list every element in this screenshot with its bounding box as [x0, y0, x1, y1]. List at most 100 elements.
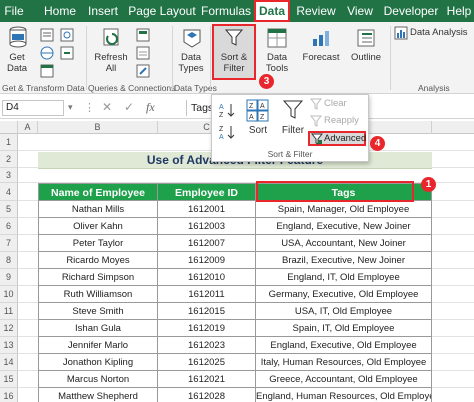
employee-id-cell[interactable]: 1612010: [158, 269, 256, 286]
clear-button[interactable]: Clear: [310, 98, 366, 111]
existing-connections-icon[interactable]: [60, 46, 74, 60]
outline-button[interactable]: Outline: [346, 24, 386, 80]
data-tools-button[interactable]: Data Tools: [258, 24, 296, 80]
tab-view[interactable]: View: [346, 0, 374, 22]
employee-id-cell[interactable]: 1612007: [158, 235, 256, 252]
select-all-corner[interactable]: [0, 121, 18, 134]
employee-tags-cell[interactable]: England, Executive, New Joiner: [256, 218, 432, 235]
row-header-12[interactable]: 12: [0, 320, 18, 337]
row-header-2[interactable]: 2: [0, 151, 18, 168]
employee-name-cell[interactable]: Jonathon Kipling: [38, 354, 158, 371]
sort-button[interactable]: Z A A Z Sort: [242, 97, 274, 145]
tab-insert[interactable]: Insert: [84, 0, 122, 22]
employee-tags-cell[interactable]: Greece, Accountant, Old Employee: [256, 371, 432, 388]
tab-file[interactable]: File: [2, 0, 26, 22]
row-header-8[interactable]: 8: [0, 252, 18, 269]
column-header-b[interactable]: B: [38, 121, 158, 134]
employee-id-cell[interactable]: 1612015: [158, 303, 256, 320]
column-header-a[interactable]: A: [18, 121, 38, 134]
row-header-1[interactable]: 1: [0, 134, 18, 151]
employee-id-cell[interactable]: 1612019: [158, 320, 256, 337]
row-header-10[interactable]: 10: [0, 286, 18, 303]
tab-formulas[interactable]: Formulas: [200, 0, 252, 22]
employee-id-cell[interactable]: 1612023: [158, 337, 256, 354]
refresh-all-button[interactable]: Refresh All: [90, 24, 132, 80]
data-types-button[interactable]: Data Types: [174, 24, 208, 80]
employee-tags-cell[interactable]: England, Human Resources, Old Employee: [256, 388, 432, 402]
employee-name-cell[interactable]: Nathan Mills: [38, 201, 158, 218]
row-header-15[interactable]: 15: [0, 371, 18, 388]
sort-z-a-button[interactable]: Z A: [218, 123, 236, 141]
employee-id-cell[interactable]: 1612028: [158, 388, 256, 402]
employee-tags-cell[interactable]: USA, Accountant, New Joiner: [256, 235, 432, 252]
row-header-11[interactable]: 11: [0, 303, 18, 320]
employee-tags-cell[interactable]: England, Executive, Old Employee: [256, 337, 432, 354]
from-web-icon[interactable]: [40, 46, 54, 60]
employee-name-cell[interactable]: Jennifer Marlo: [38, 337, 158, 354]
employee-tags-cell[interactable]: Spain, IT, Old Employee: [256, 320, 432, 337]
tab-review[interactable]: Review: [296, 0, 336, 22]
name-box-dropdown-icon[interactable]: ▾: [68, 102, 73, 113]
enter-icon[interactable]: ✓: [124, 100, 134, 114]
sort-a-z-button[interactable]: A Z: [218, 101, 236, 119]
employee-name-cell[interactable]: Steve Smith: [38, 303, 158, 320]
tab-developer[interactable]: Developer: [382, 0, 440, 22]
queries-connections-icon[interactable]: [136, 28, 150, 42]
employee-id-cell[interactable]: 1612021: [158, 371, 256, 388]
row-header-13[interactable]: 13: [0, 337, 18, 354]
row-header-7[interactable]: 7: [0, 235, 18, 252]
employee-tags-cell[interactable]: Italy, Human Resources, Old Employee: [256, 354, 432, 371]
employee-name-cell[interactable]: Peter Taylor: [38, 235, 158, 252]
employee-id-cell[interactable]: 1612009: [158, 252, 256, 269]
data-types-icon: [183, 29, 201, 48]
row-header-16[interactable]: 16: [0, 388, 18, 402]
sort-descending-icon: Z A: [219, 126, 235, 141]
row-header-4[interactable]: 4: [0, 183, 18, 201]
tab-data[interactable]: Data: [254, 0, 290, 22]
employee-tags-cell[interactable]: England, IT, Old Employee: [256, 269, 432, 286]
filter-button[interactable]: Filter: [278, 97, 308, 145]
employee-name-cell[interactable]: Ruth Williamson: [38, 286, 158, 303]
employee-tags-cell[interactable]: Brazil, Executive, New Joiner: [256, 252, 432, 269]
row-header-6[interactable]: 6: [0, 218, 18, 235]
get-data-button[interactable]: Get Data: [2, 24, 32, 80]
forecast-label: Forecast: [302, 52, 340, 63]
employee-name-cell[interactable]: Marcus Norton: [38, 371, 158, 388]
header-employee-id[interactable]: Employee ID: [158, 183, 256, 201]
callout-badge-3: 3: [259, 74, 274, 89]
data-analysis-label: Data Analysis: [410, 27, 468, 38]
employee-id-cell[interactable]: 1612011: [158, 286, 256, 303]
properties-icon[interactable]: [136, 46, 150, 60]
employee-tags-cell[interactable]: Spain, Manager, Old Employee: [256, 201, 432, 218]
employee-tags-cell[interactable]: USA, IT, Old Employee: [256, 303, 432, 320]
employee-name-cell[interactable]: Ishan Gula: [38, 320, 158, 337]
employee-name-cell[interactable]: Richard Simpson: [38, 269, 158, 286]
row-header-5[interactable]: 5: [0, 201, 18, 218]
row-header-14[interactable]: 14: [0, 354, 18, 371]
employee-id-cell[interactable]: 1612001: [158, 201, 256, 218]
employee-name-cell[interactable]: Oliver Kahn: [38, 218, 158, 235]
row-header-9[interactable]: 9: [0, 269, 18, 286]
edit-links-icon[interactable]: [136, 64, 150, 78]
from-table-icon[interactable]: [40, 64, 54, 78]
cancel-icon[interactable]: ✕: [102, 100, 112, 114]
employee-tags-cell[interactable]: Germany, Executive, Old Employee: [256, 286, 432, 303]
tab-help[interactable]: Help: [446, 0, 472, 22]
employee-name-cell[interactable]: Matthew Shepherd: [38, 388, 158, 402]
employee-name-cell[interactable]: Ricardo Moyes: [38, 252, 158, 269]
header-name-of-employee[interactable]: Name of Employee: [38, 183, 158, 201]
tab-home[interactable]: Home: [42, 0, 78, 22]
advanced-button[interactable]: Advanced: [308, 131, 366, 146]
data-analysis-button[interactable]: Data Analysis: [394, 26, 472, 40]
tab-page-layout[interactable]: Page Layout: [128, 0, 196, 22]
employee-id-cell[interactable]: 1612025: [158, 354, 256, 371]
from-text-icon[interactable]: [40, 28, 54, 42]
employee-id-cell[interactable]: 1612003: [158, 218, 256, 235]
data-tools-icon: [267, 28, 287, 48]
function-icon[interactable]: fx: [146, 100, 155, 115]
row-header-3[interactable]: 3: [0, 168, 18, 183]
forecast-button[interactable]: Forecast: [298, 24, 344, 80]
name-box[interactable]: D4: [2, 100, 64, 116]
recent-sources-icon[interactable]: [60, 28, 74, 42]
reapply-button[interactable]: Reapply: [310, 115, 366, 128]
